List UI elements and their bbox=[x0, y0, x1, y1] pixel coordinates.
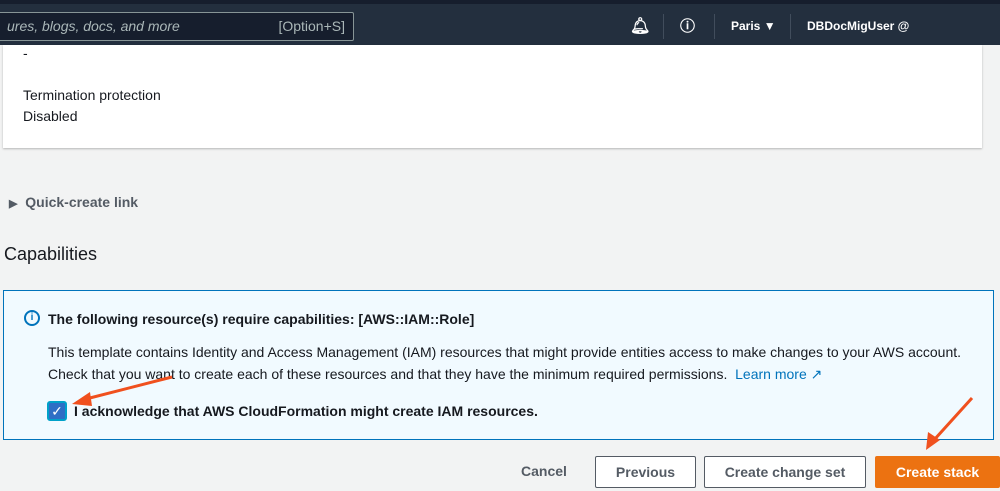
arrowhead-checkbox bbox=[72, 392, 92, 406]
arrow-to-checkbox bbox=[81, 375, 173, 402]
annotation-arrows bbox=[72, 375, 974, 450]
arrow-to-create-stack bbox=[932, 396, 974, 442]
